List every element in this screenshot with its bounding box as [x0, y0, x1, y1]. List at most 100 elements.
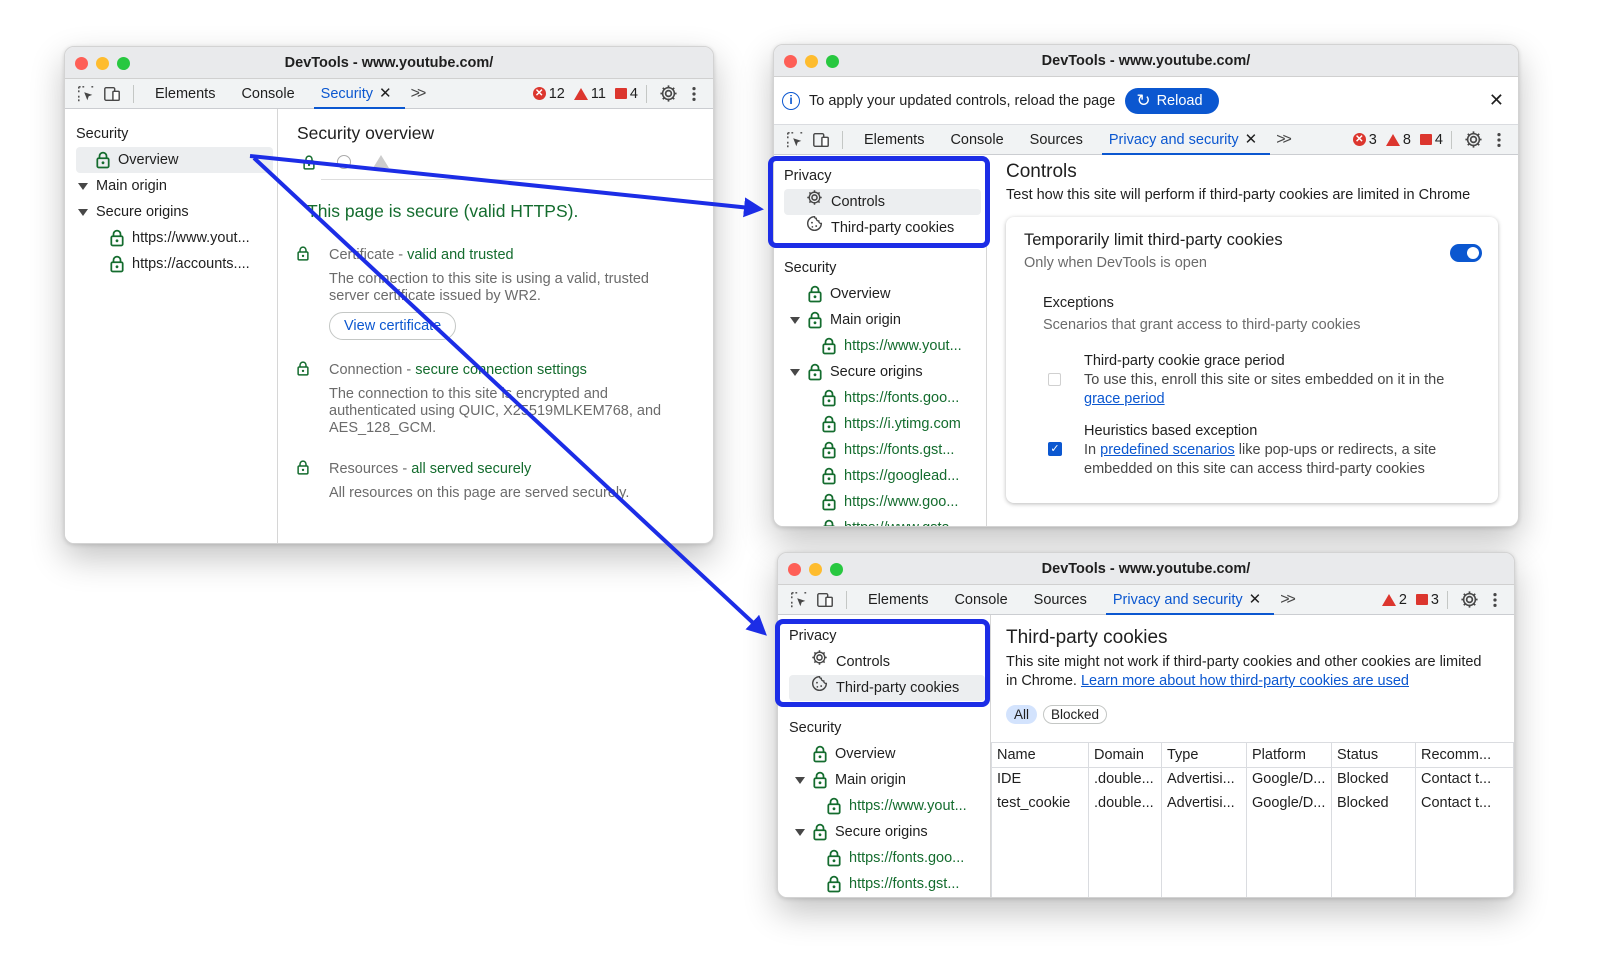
expand-triangle-icon[interactable]	[78, 208, 88, 216]
sidebar-item-origin[interactable]: https://i.ytimg.com	[784, 411, 986, 437]
tab-sources[interactable]: Sources	[1017, 125, 1096, 155]
more-options-icon[interactable]	[1486, 127, 1512, 153]
sidebar-item-origin[interactable]: https://www.yout...	[76, 225, 277, 251]
error-icon: ✕	[532, 87, 546, 100]
expand-triangle-icon[interactable]	[790, 368, 800, 376]
inspect-element-icon[interactable]	[782, 127, 808, 153]
toolbar-divider	[846, 590, 847, 609]
maximize-window-button[interactable]	[830, 563, 843, 576]
toolbar-divider	[842, 130, 843, 149]
grace-period-checkbox[interactable]	[1048, 373, 1061, 386]
sidebar-item-origin[interactable]: https://www.goo...	[784, 489, 986, 515]
column-header[interactable]: Recomm...	[1415, 743, 1514, 768]
tab-elements[interactable]: Elements	[851, 125, 937, 155]
sidebar-item-secure-origins[interactable]: Secure origins	[76, 199, 277, 225]
sidebar-item-origin[interactable]: https://fonts.gst...	[789, 871, 990, 897]
close-window-button[interactable]	[75, 57, 88, 70]
expand-triangle-icon[interactable]	[795, 828, 805, 836]
close-tab-icon[interactable]: ✕	[1249, 591, 1262, 608]
expand-triangle-icon[interactable]	[78, 182, 88, 190]
sidebar-item-origin[interactable]: https://googlead...	[784, 463, 986, 489]
predefined-scenarios-link[interactable]: predefined scenarios	[1100, 442, 1235, 458]
card-subtitle: Only when DevTools is open	[1024, 255, 1207, 271]
device-toolbar-icon[interactable]	[812, 587, 838, 613]
tab-elements[interactable]: Elements	[142, 79, 228, 109]
tab-sources[interactable]: Sources	[1021, 585, 1100, 615]
view-certificate-button[interactable]: View certificate	[329, 312, 457, 340]
issue-flag-icon	[1419, 134, 1432, 145]
tab-elements[interactable]: Elements	[855, 585, 941, 615]
more-options-icon[interactable]	[1482, 587, 1508, 613]
column-header[interactable]: Domain	[1088, 743, 1162, 768]
sidebar-item-main-origin[interactable]: Main origin	[784, 307, 986, 333]
sidebar-item-origin[interactable]: https://fonts.gst...	[784, 437, 986, 463]
sidebar-item-origin[interactable]: https://accounts....	[76, 251, 277, 277]
tab-privacy-and-security[interactable]: Privacy and security ✕	[1096, 125, 1271, 155]
table-row[interactable]: IDE .double... Advertisi... Google/D... …	[991, 767, 1514, 791]
tab-console[interactable]: Console	[937, 125, 1016, 155]
tab-console[interactable]: Console	[941, 585, 1020, 615]
column-header[interactable]: Platform	[1246, 743, 1332, 768]
maximize-window-button[interactable]	[117, 57, 130, 70]
column-header[interactable]: Type	[1161, 743, 1247, 768]
sidebar-item-origin[interactable]: https://fonts.goo...	[789, 845, 990, 871]
sidebar-item-main-origin[interactable]: Main origin	[789, 767, 990, 793]
inspect-element-icon[interactable]	[786, 587, 812, 613]
tab-privacy-and-security[interactable]: Privacy and security ✕	[1100, 585, 1275, 615]
sidebar-item-overview[interactable]: Overview	[76, 147, 273, 173]
sidebar-item-secure-origins[interactable]: Secure origins	[789, 819, 990, 845]
sidebar-item-origin[interactable]: https://www.gsta...	[784, 515, 986, 526]
reload-button[interactable]: ↻ Reload	[1125, 87, 1219, 114]
close-infobar-icon[interactable]: ✕	[1489, 90, 1504, 111]
sidebar-item-origin[interactable]: https://www.yout...	[789, 793, 990, 819]
expand-triangle-icon[interactable]	[790, 316, 800, 324]
device-toolbar-icon[interactable]	[99, 81, 125, 107]
device-toolbar-icon[interactable]	[808, 127, 834, 153]
close-tab-icon[interactable]: ✕	[379, 85, 392, 102]
issue-counters[interactable]: 2 3	[1381, 591, 1439, 608]
tab-security[interactable]: Security ✕	[308, 79, 405, 109]
settings-gear-icon[interactable]	[655, 81, 681, 107]
column-header[interactable]: Status	[1331, 743, 1416, 768]
close-tab-icon[interactable]: ✕	[1245, 131, 1258, 148]
learn-more-link[interactable]: Learn more about how third-party cookies…	[1081, 673, 1409, 689]
sidebar-item-overview[interactable]: Overview	[789, 741, 990, 767]
sidebar-item-origin[interactable]: https://www.yout...	[784, 333, 986, 359]
reload-button-label: Reload	[1156, 92, 1203, 109]
issue-counters[interactable]: ✕ 12 11 4	[532, 86, 638, 102]
heuristics-checkbox[interactable]: ✓	[1048, 442, 1062, 456]
devtools-toolbar: Elements Console Sources Privacy and sec…	[774, 125, 1518, 155]
tab-security-label: Security	[320, 85, 374, 102]
limit-cookies-toggle[interactable]	[1450, 244, 1482, 262]
more-tabs-icon[interactable]: >>	[1274, 591, 1299, 609]
minimize-window-button[interactable]	[809, 563, 822, 576]
table-row[interactable]: test_cookie .double... Advertisi... Goog…	[991, 791, 1514, 815]
settings-gear-icon[interactable]	[1460, 127, 1486, 153]
lock-icon	[827, 875, 841, 893]
settings-gear-icon[interactable]	[1456, 587, 1482, 613]
filter-blocked-chip[interactable]: Blocked	[1043, 705, 1108, 724]
maximize-window-button[interactable]	[826, 55, 839, 68]
controls-panel: Controls Test how this site will perform…	[987, 157, 1518, 526]
tab-console[interactable]: Console	[228, 79, 307, 109]
inspect-element-icon[interactable]	[73, 81, 99, 107]
sidebar-item-origin[interactable]: https://fonts.goo...	[784, 385, 986, 411]
grace-period-link[interactable]: grace period	[1084, 391, 1165, 407]
more-options-icon[interactable]	[681, 81, 707, 107]
more-tabs-icon[interactable]: >>	[1270, 131, 1295, 149]
column-header[interactable]: Name	[991, 743, 1089, 768]
issue-counters[interactable]: ✕ 3 8 4	[1352, 132, 1443, 148]
sidebar-item-main-origin[interactable]: Main origin	[76, 173, 277, 199]
security-diagram	[297, 151, 713, 197]
issue-count: 3	[1430, 591, 1439, 608]
close-window-button[interactable]	[784, 55, 797, 68]
close-window-button[interactable]	[788, 563, 801, 576]
more-tabs-icon[interactable]: >>	[405, 85, 430, 103]
lock-icon	[297, 460, 309, 479]
sidebar-item-secure-origins[interactable]: Secure origins	[784, 359, 986, 385]
expand-triangle-icon[interactable]	[795, 776, 805, 784]
minimize-window-button[interactable]	[805, 55, 818, 68]
sidebar-item-overview[interactable]: Overview	[784, 281, 986, 307]
minimize-window-button[interactable]	[96, 57, 109, 70]
filter-all-chip[interactable]: All	[1006, 705, 1038, 724]
